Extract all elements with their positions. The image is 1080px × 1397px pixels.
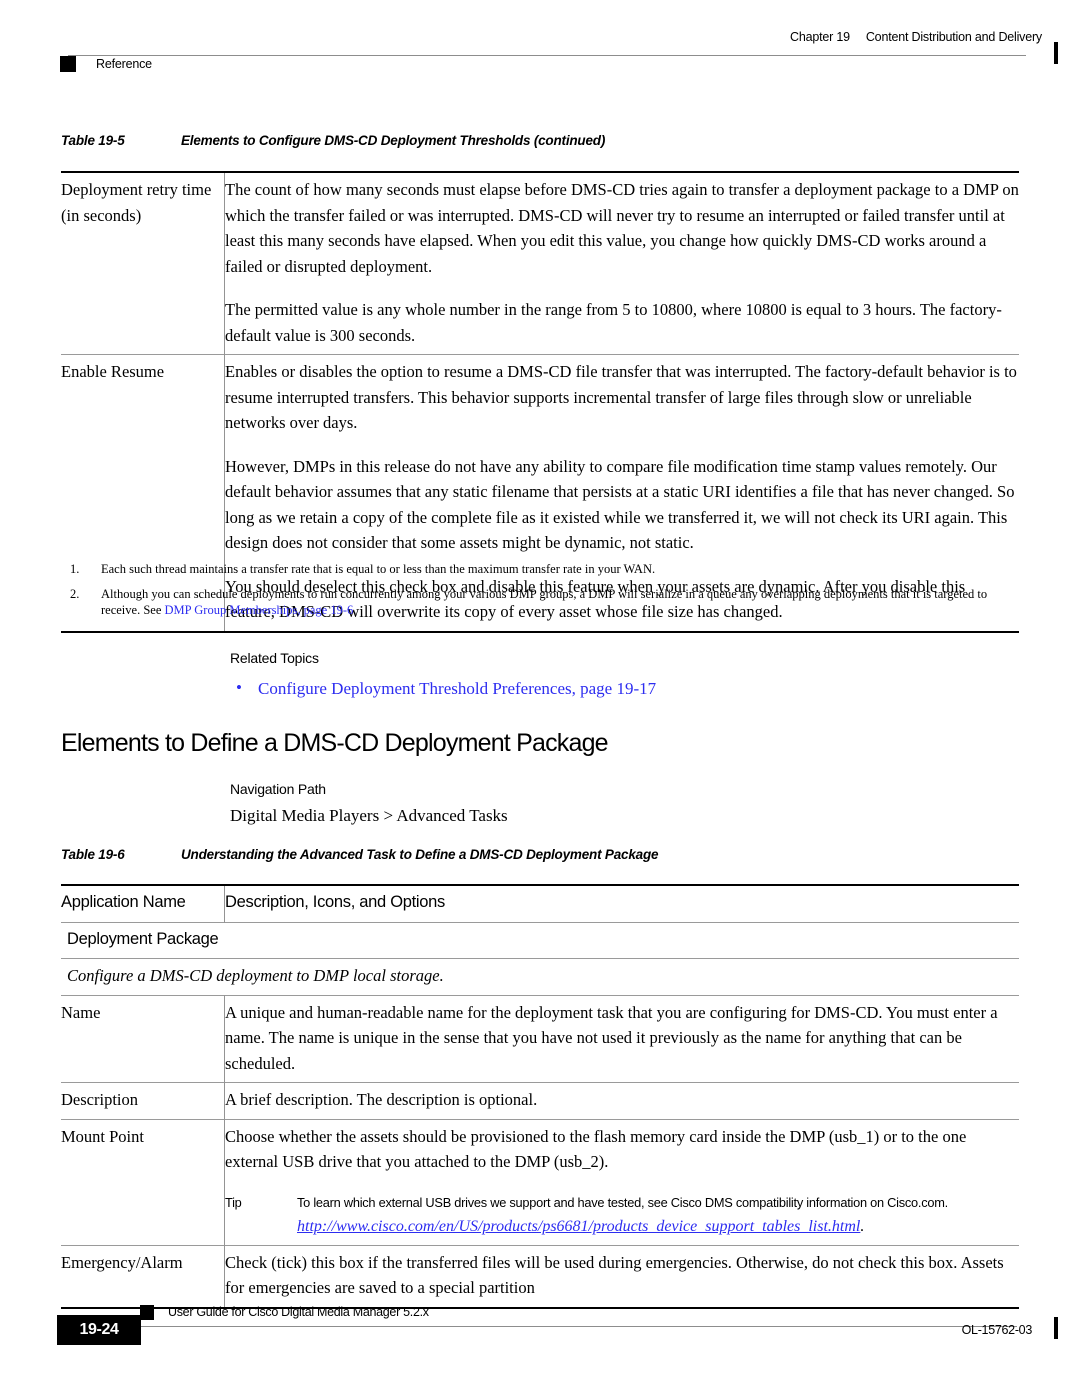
header-edge-marker-right: [1054, 42, 1058, 64]
tip-url-link[interactable]: http://www.cisco.com/en/US/products/ps66…: [297, 1218, 860, 1235]
footer-document-number: OL-15762-03: [961, 1323, 1033, 1337]
table-19-5-caption: Table 19-5 Elements to Configure DMS-CD D…: [61, 133, 605, 148]
footnote-1-number: 1.: [70, 562, 80, 576]
paragraph: Enables or disables the option to resume…: [225, 362, 1017, 432]
table-19-6-group-description: Configure a DMS-CD deployment to DMP loc…: [67, 966, 444, 985]
table-19-6-caption-number: Table 19-6: [61, 847, 125, 862]
table-header-row: Application Name Description, Icons, and…: [61, 885, 1019, 922]
navigation-path-label: Navigation Path: [230, 781, 326, 797]
footer-divider: [57, 1326, 1017, 1327]
footnote-2-link[interactable]: DMP Group Memberships, page 19-6: [165, 603, 354, 617]
related-topics-link[interactable]: Configure Deployment Threshold Preferenc…: [258, 679, 656, 698]
paragraph: A unique and human-readable name for the…: [225, 1002, 998, 1073]
paragraph: Choose whether the assets should be prov…: [225, 1126, 967, 1172]
table-19-6-row-1-body: A brief description. The description is …: [224, 1082, 1019, 1119]
bullet-icon: •: [236, 678, 242, 697]
footnote-2-number: 2.: [70, 587, 80, 601]
paragraph: A brief description. The description is …: [225, 1090, 538, 1109]
table-19-5-row-0-body: The count of how many seconds must elaps…: [224, 172, 1019, 355]
page-header: Chapter 19 Content Distribution and Deliv…: [0, 30, 1080, 90]
footnote-1-text: Each such thread maintains a transfer ra…: [101, 562, 656, 576]
footer-edge-marker-right: [1054, 1317, 1058, 1339]
tip-block: Tip To learn which external USB drives w…: [225, 1191, 1019, 1239]
tip-url-trailing: .: [860, 1217, 865, 1235]
paragraph: The permitted value is any whole number …: [225, 300, 1002, 345]
table-19-6-header-col2: Description, Icons, and Options: [224, 885, 1019, 922]
table-19-6-row-0-label: Name: [61, 1002, 101, 1022]
table-19-6-row-0-body: A unique and human-readable name for the…: [224, 995, 1019, 1083]
page-number-badge: 19-24: [57, 1315, 141, 1345]
header-section-marker: Reference: [96, 57, 152, 71]
table-row: Mount Point Choose whether the assets sh…: [61, 1119, 1019, 1245]
footnote-2-text-after: .: [353, 603, 357, 617]
table-19-5-row-0-label: Deployment retry time (in seconds): [61, 180, 212, 225]
table-19-6-row-2-label: Mount Point: [61, 1126, 144, 1146]
table-19-6-row-1-label: Description: [61, 1090, 138, 1109]
footnotes: 1. Each such thread maintains a transfer…: [61, 561, 1021, 627]
page-title: Elements to Define a DMS-CD Deployment P…: [61, 729, 609, 757]
table-19-6-caption: Table 19-6 Understanding the Advanced Tas…: [61, 847, 659, 862]
table-19-6-group-label: Deployment Package: [67, 929, 219, 948]
header-edge-marker-left: [60, 56, 76, 72]
table-19-5-caption-number: Table 19-5: [61, 133, 125, 148]
paragraph: The count of how many seconds must elaps…: [225, 180, 1019, 276]
table-group-description-row: Configure a DMS-CD deployment to DMP loc…: [61, 959, 1019, 995]
table-row: Name A unique and human-readable name fo…: [61, 995, 1019, 1083]
footer-edge-marker-left: [140, 1305, 154, 1320]
table-19-6-caption-title: Understanding the Advanced Task to Defin…: [181, 847, 659, 862]
related-topics-item[interactable]: • Configure Deployment Threshold Prefere…: [230, 678, 656, 699]
header-chapter-title: Content Distribution and Delivery: [865, 30, 1042, 44]
tip-label: Tip: [225, 1194, 242, 1210]
related-topics-heading: Related Topics: [230, 650, 319, 666]
navigation-path-block: Navigation Path Digital Media Players > …: [230, 781, 508, 826]
footnote-1: 1. Each such thread maintains a transfer…: [61, 561, 1021, 577]
header-chapter: Chapter 19 Content Distribution and Deliv…: [790, 30, 1042, 44]
footnote-2: 2. Although you can schedule deployments…: [61, 586, 1021, 618]
table-group-row: Deployment Package: [61, 922, 1019, 959]
header-divider: [68, 55, 1026, 56]
table-19-6-row-2-body: Choose whether the assets should be prov…: [224, 1119, 1019, 1245]
related-topics: Related Topics • Configure Deployment Th…: [230, 650, 656, 699]
breadcrumb: Digital Media Players > Advanced Tasks: [230, 806, 508, 825]
page-footer: User Guide for Cisco Digital Media Manag…: [0, 1287, 1080, 1397]
table-19-5-caption-title: Elements to Configure DMS-CD Deployment …: [181, 133, 606, 148]
footer-guide-title: User Guide for Cisco Digital Media Manag…: [168, 1305, 429, 1319]
table-19-6-header-col1: Application Name: [61, 893, 186, 911]
table-19-6: Application Name Description, Icons, and…: [61, 884, 1019, 1309]
table-row: Description A brief description. The des…: [61, 1082, 1019, 1119]
table-row: Deployment retry time (in seconds) The c…: [61, 172, 1019, 355]
tip-text: To learn which external USB drives we su…: [297, 1194, 948, 1210]
paragraph: However, DMPs in this release do not hav…: [225, 456, 1015, 553]
header-chapter-number: Chapter 19: [790, 30, 850, 44]
